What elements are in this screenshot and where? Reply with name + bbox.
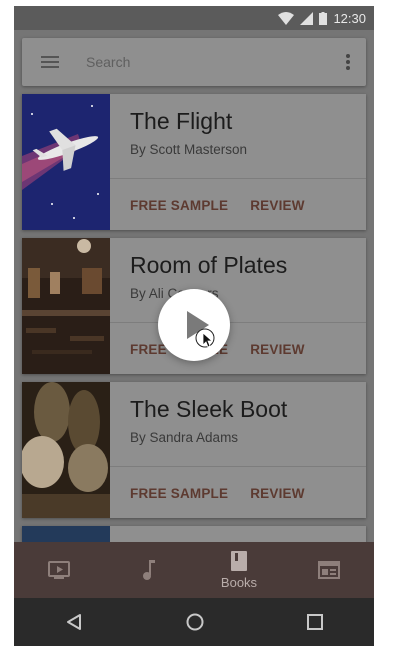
review-button[interactable]: REVIEW	[250, 486, 304, 501]
book-title: The Sleek Boot	[130, 396, 288, 422]
book-list: Search The Flight By Scott Masterson FRE…	[14, 30, 374, 542]
book-title: The Flight	[130, 108, 233, 134]
book-cover-image	[22, 382, 110, 518]
play-button[interactable]	[158, 289, 230, 361]
free-sample-button[interactable]: FREE SAMPLE	[130, 198, 228, 213]
nav-item-video[interactable]	[14, 542, 104, 598]
newsstand-icon	[318, 561, 340, 579]
status-time: 12:30	[333, 10, 366, 26]
recents-icon[interactable]	[307, 614, 323, 630]
home-icon[interactable]	[185, 612, 205, 632]
back-icon[interactable]	[65, 613, 83, 631]
system-navigation-bar	[14, 598, 374, 646]
book-author: By Sandra Adams	[130, 430, 239, 445]
nav-label-books: Books	[220, 574, 258, 590]
card-divider	[110, 322, 366, 323]
book-cover-image	[22, 94, 110, 230]
card-actions: FREE SAMPLE REVIEW	[130, 198, 305, 213]
book-card[interactable]	[22, 526, 366, 542]
wifi-icon	[278, 11, 295, 25]
book-cover-image	[22, 526, 110, 542]
play-icon	[187, 311, 209, 339]
book-author: By Scott Masterson	[130, 142, 248, 157]
search-input[interactable]: Search	[86, 54, 330, 70]
nav-item-music[interactable]	[104, 542, 194, 598]
cursor-icon	[195, 328, 215, 348]
card-divider	[110, 178, 366, 179]
tv-icon	[48, 561, 70, 579]
book-card[interactable]: The Sleek Boot By Sandra Adams FREE SAMP…	[22, 382, 366, 518]
review-button[interactable]: REVIEW	[250, 342, 304, 357]
card-actions: FREE SAMPLE REVIEW	[130, 486, 305, 501]
bottom-navigation: Books	[14, 542, 374, 598]
signal-icon	[300, 11, 314, 25]
card-divider	[110, 466, 366, 467]
book-card[interactable]: The Flight By Scott Masterson FREE SAMPL…	[22, 94, 366, 230]
search-bar[interactable]: Search	[22, 38, 366, 86]
nav-item-books[interactable]: Books	[194, 542, 284, 598]
battery-icon	[319, 11, 328, 25]
menu-button[interactable]	[22, 56, 78, 68]
book-icon	[231, 550, 247, 571]
more-vert-icon	[346, 54, 350, 70]
music-note-icon	[143, 560, 155, 580]
hamburger-icon	[41, 56, 59, 68]
book-title: Room of Plates	[130, 252, 288, 278]
review-button[interactable]: REVIEW	[250, 198, 304, 213]
overflow-menu-button[interactable]	[330, 54, 366, 70]
book-cover-image	[22, 238, 110, 374]
nav-item-newsstand[interactable]	[284, 542, 374, 598]
status-bar: 12:30	[14, 6, 374, 30]
free-sample-button[interactable]: FREE SAMPLE	[130, 486, 228, 501]
